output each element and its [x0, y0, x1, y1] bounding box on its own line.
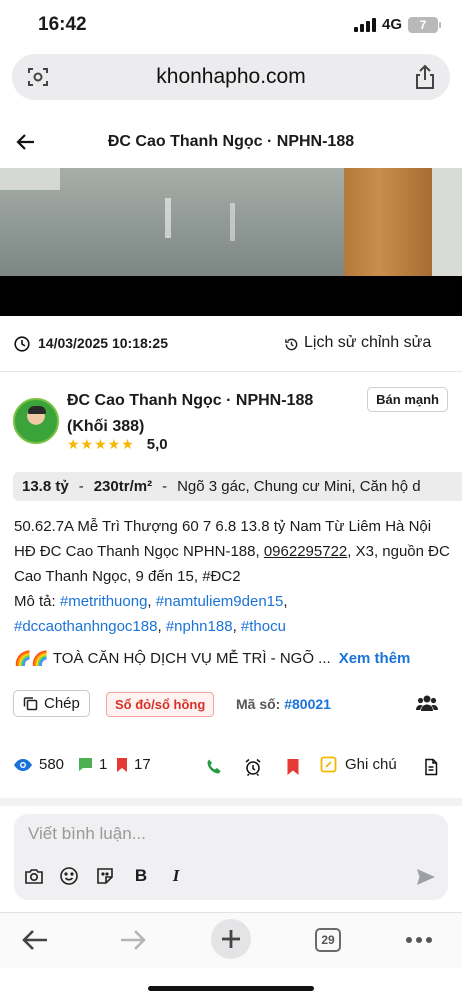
- see-more-link[interactable]: Xem thêm: [339, 650, 411, 667]
- sticker-icon[interactable]: [95, 866, 115, 886]
- alarm-icon[interactable]: [244, 758, 262, 776]
- bookmarks-count: 17: [134, 756, 151, 773]
- status-bar: 16:42 4G 7: [0, 0, 462, 52]
- rating-value: 5,0: [146, 436, 168, 453]
- battery-icon: 7: [408, 16, 441, 33]
- network-label: 4G: [381, 16, 402, 33]
- home-indicator: [148, 986, 314, 991]
- code-value[interactable]: #80021: [284, 696, 331, 712]
- bookmarks-stat[interactable]: 17: [116, 756, 151, 773]
- browser-back-icon[interactable]: [18, 923, 52, 957]
- edit-history-link[interactable]: Lịch sử chỉnh sửa: [304, 334, 431, 352]
- history-icon[interactable]: [284, 337, 299, 352]
- share-icon[interactable]: [414, 64, 436, 90]
- hashtag-link[interactable]: #dccaothanhngoc188: [14, 618, 157, 635]
- code-label: Mã số:: [236, 696, 285, 712]
- author-name-line1: ĐC Cao Thanh Ngọc · NPHN-188: [67, 392, 314, 409]
- document-icon[interactable]: [422, 758, 440, 776]
- red-bookmark-icon[interactable]: [284, 758, 302, 776]
- bold-icon[interactable]: B: [131, 866, 151, 886]
- emoji-icon[interactable]: [59, 866, 79, 886]
- comments-stat[interactable]: 1: [78, 756, 107, 773]
- copy-button[interactable]: Chép: [13, 690, 90, 717]
- page-title: ĐC Cao Thanh Ngọc · NPHN-188: [107, 133, 355, 150]
- note-button[interactable]: Ghi chú: [320, 756, 397, 773]
- description-teaser: 🌈🌈 TOÀ CĂN HỘ DỊCH VỤ MỄ TRÌ - NGÕ ... X…: [14, 650, 454, 667]
- eye-icon: [14, 758, 32, 771]
- photo-letterbox: [0, 276, 462, 316]
- new-tab-icon[interactable]: [211, 919, 251, 959]
- legal-doc-badge: Sổ đỏ/sổ hồng: [106, 692, 215, 717]
- stats-row: 580 1 17 Ghi chú: [0, 756, 462, 780]
- send-icon[interactable]: [416, 868, 436, 886]
- author-name[interactable]: ĐC Cao Thanh Ngọc · NPHN-188 (Khối 388): [67, 388, 347, 440]
- comments-count: 1: [99, 756, 108, 773]
- hashtag-link[interactable]: #nphn188: [166, 618, 233, 635]
- comment-composer: B I: [14, 814, 448, 900]
- tabs-button[interactable]: 29: [311, 923, 345, 957]
- actions-row: Chép Sổ đỏ/sổ hồng Mã số: #80021: [0, 690, 462, 720]
- note-icon: [320, 756, 337, 773]
- copy-label: Chép: [44, 695, 80, 712]
- listing-code: Mã số: #80021: [236, 696, 331, 712]
- signal-icon: [353, 17, 376, 32]
- listing-photo[interactable]: [0, 168, 462, 276]
- copy-icon: [23, 697, 38, 711]
- clock-icon: [14, 336, 30, 352]
- group-icon[interactable]: [416, 694, 438, 712]
- description-label: Mô tả:: [14, 593, 60, 610]
- teaser-text: TOÀ CĂN HỘ DỊCH VỤ MỄ TRÌ - NGÕ ...: [52, 650, 331, 667]
- note-label: Ghi chú: [345, 756, 397, 773]
- hashtag-link[interactable]: #thocu: [241, 618, 286, 635]
- price-per-m2: 230tr/m²: [93, 478, 153, 495]
- status-time: 16:42: [38, 14, 87, 35]
- property-features: Ngõ 3 gác, Chung cư Mini, Căn hộ d: [177, 478, 421, 495]
- browser-forward-icon[interactable]: [116, 923, 150, 957]
- phone-icon[interactable]: [205, 758, 223, 776]
- rating: ★★★★★ 5,0: [67, 436, 168, 453]
- author-block: ĐC Cao Thanh Ngọc · NPHN-188 (Khối 388) …: [0, 384, 462, 464]
- camera-icon[interactable]: [24, 866, 44, 886]
- price: 13.8 tỷ: [22, 478, 69, 495]
- avatar[interactable]: [13, 398, 59, 444]
- comment-icon: [79, 758, 92, 771]
- rainbow-icon: 🌈🌈: [14, 650, 49, 666]
- page-header: ĐC Cao Thanh Ngọc · NPHN-188: [0, 116, 462, 168]
- post-meta-row: 14/03/2025 10:18:25 Lịch sử chỉnh sửa: [0, 316, 462, 372]
- views-count: 580: [39, 756, 65, 773]
- phone-link[interactable]: 0962295722: [264, 543, 347, 560]
- address-bar[interactable]: khonhapho.com: [12, 54, 450, 100]
- page-settings-icon[interactable]: [26, 65, 50, 89]
- comment-input[interactable]: [28, 824, 388, 844]
- listing-description: 50.62.7A Mễ Trì Thượng 60 7 6.8 13.8 tỷ …: [14, 518, 450, 635]
- status-tag: Bán mạnh: [367, 387, 448, 412]
- section-divider: [0, 798, 462, 806]
- status-indicators: 4G 7: [353, 16, 441, 33]
- bookmark-icon: [117, 757, 127, 772]
- price-bar: 13.8 tỷ - 230tr/m² - Ngõ 3 gác, Chung cư…: [13, 472, 462, 501]
- hashtag-link[interactable]: #metrithuong: [60, 593, 148, 610]
- italic-icon[interactable]: I: [166, 866, 186, 886]
- star-rating-icon: ★★★★★: [67, 436, 135, 452]
- browser-toolbar: 29: [0, 912, 462, 968]
- more-icon[interactable]: [402, 923, 436, 957]
- tabs-count: 29: [315, 928, 341, 952]
- back-arrow-icon[interactable]: [14, 130, 38, 154]
- hashtag-link[interactable]: #namtuliem9den15: [156, 593, 284, 610]
- post-date: 14/03/2025 10:18:25: [38, 335, 168, 351]
- url-text[interactable]: khonhapho.com: [156, 65, 305, 89]
- views-stat: 580: [13, 756, 64, 773]
